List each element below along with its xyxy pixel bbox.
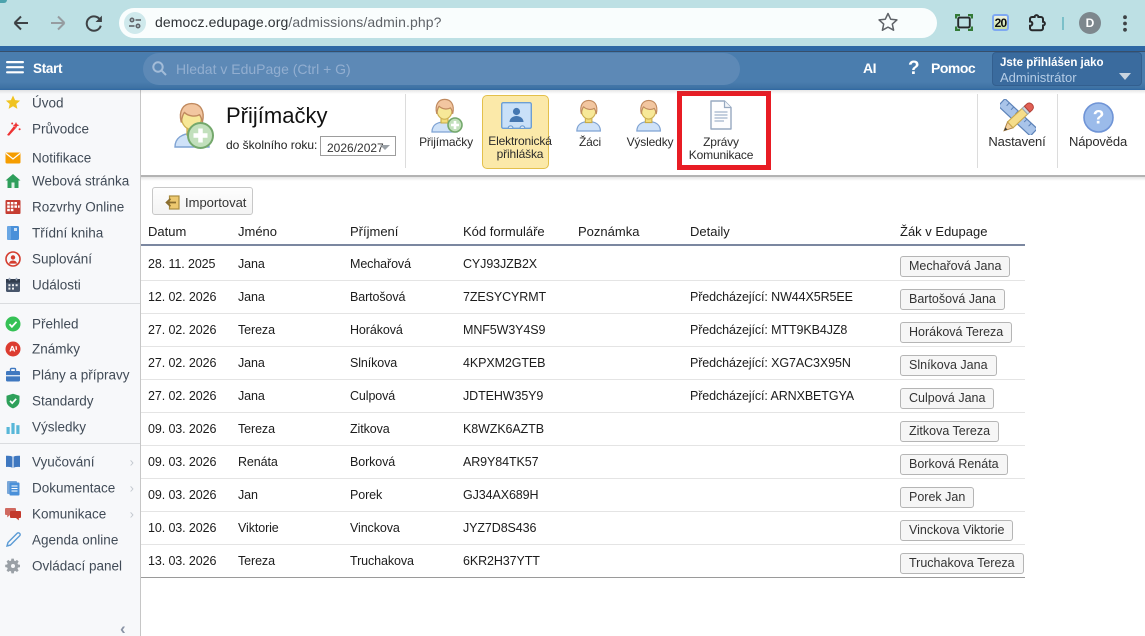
svg-text:?: ? [1093, 108, 1105, 129]
